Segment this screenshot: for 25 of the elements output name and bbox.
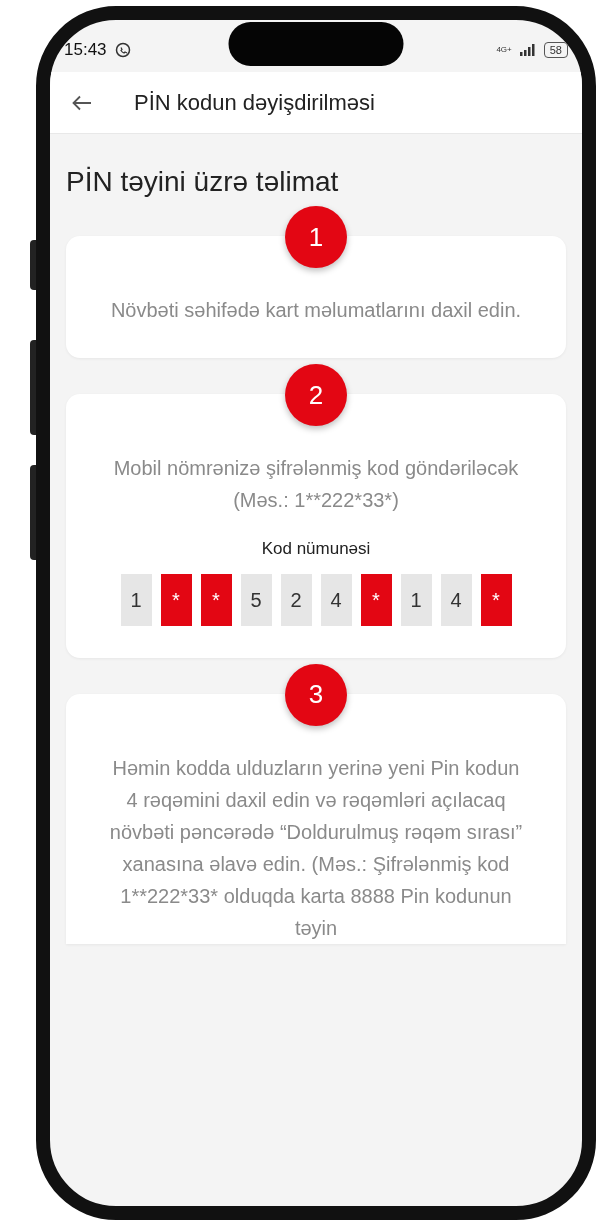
chat-icon: [114, 42, 131, 58]
masked-digit: *: [200, 573, 232, 626]
step-number-badge: 1: [285, 206, 347, 268]
masked-digit: *: [360, 573, 392, 626]
step-number-badge: 3: [285, 663, 347, 726]
back-arrow-icon: [72, 94, 92, 111]
code-digit: 2: [280, 573, 312, 626]
step-text: Növbəti səhifədə kart məlumatlarını daxil edin.: [109, 298, 523, 323]
page-heading: PİN təyini üzrə təlimat: [66, 165, 340, 199]
step-text: Həmin kodda ulduzların yerinə yeni Pin kodun 4 rəqəmini daxil edin və rəqəmləri açılacaq növbəti pəncərədə “Doldurulmuş rəqəm sırası” xanasına əlavə edin. (Məs.: Şifrələnmiş kod 1**222*33* olduqda karta 8888 Pin kodunun təyin: [108, 755, 524, 941]
masked-digit: *: [480, 573, 512, 626]
header-title: PİN kodun dəyişdirilməsi: [134, 89, 375, 117]
code-digit: 4: [320, 573, 352, 626]
code-digit: 1: [120, 573, 152, 626]
signal-icon: [519, 44, 536, 56]
code-digit: 5: [240, 573, 272, 626]
step-text: Mobil nömrənizə şifrələnmiş kod göndəriləcək (Məs.: 1**222*33*): [112, 456, 520, 513]
masked-digit: *: [160, 573, 192, 626]
battery-indicator: 58: [543, 42, 568, 58]
step-number-badge: 2: [285, 364, 347, 426]
code-digit: 4: [440, 573, 472, 626]
status-time: 15:43: [64, 39, 107, 62]
network-type: 4G+: [496, 44, 512, 56]
example-label: Kod nümunəsi: [260, 538, 372, 560]
code-digit: 1: [400, 573, 432, 626]
